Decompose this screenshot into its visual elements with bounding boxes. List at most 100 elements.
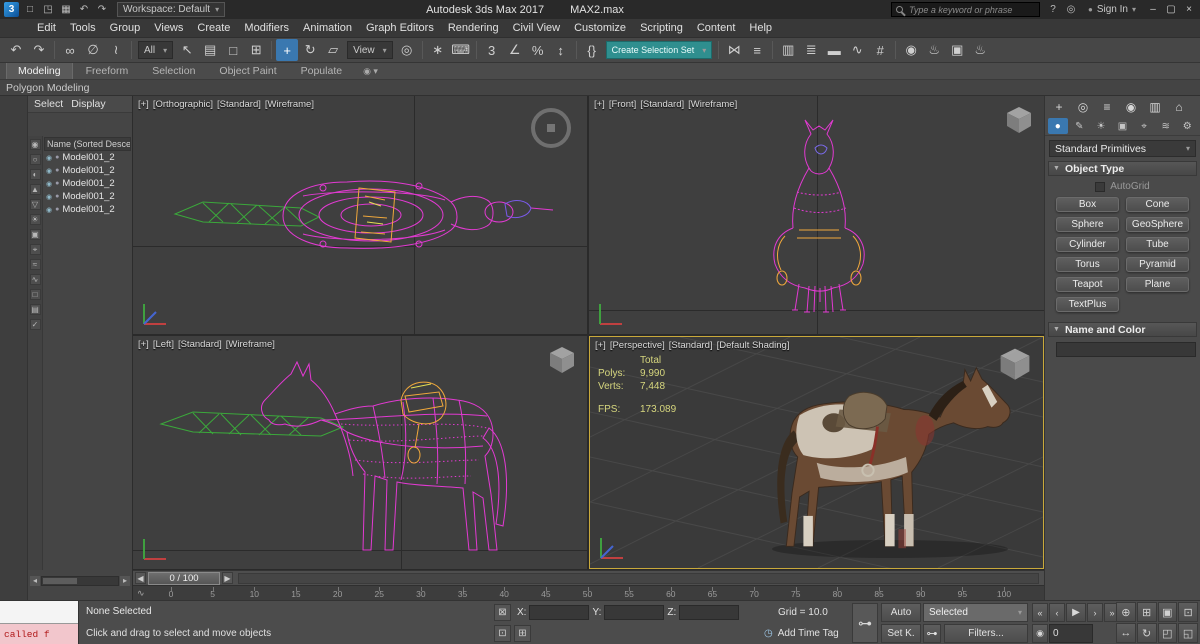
scene-object-row[interactable]: ◉ ● Model001_2: [44, 164, 132, 177]
isolate-selection-icon[interactable]: ⊡: [494, 625, 511, 642]
menu-civil-view[interactable]: Civil View: [506, 19, 567, 37]
viewport-menu-shading[interactable]: [Wireframe]: [265, 99, 314, 110]
viewport-menu-style[interactable]: [Standard]: [178, 339, 222, 350]
viewport-menu-pov[interactable]: [Left]: [153, 339, 174, 350]
viewport-menu-style[interactable]: [Standard]: [217, 99, 261, 110]
menu-customize[interactable]: Customize: [567, 19, 633, 37]
se-display-spacewarps-icon[interactable]: ≈: [29, 259, 41, 270]
object-type-teapot[interactable]: Teapot: [1056, 277, 1119, 292]
lights-icon[interactable]: ☀: [1091, 118, 1111, 134]
horse-model-wireframe-side[interactable]: [133, 336, 587, 569]
x-coordinate-field[interactable]: [529, 605, 590, 620]
menu-create[interactable]: Create: [190, 19, 237, 37]
time-slider[interactable]: ◀ 0 / 100 ▶: [133, 570, 1044, 585]
menu-graph-editors[interactable]: Graph Editors: [359, 19, 441, 37]
scene-explorer-hscrollbar[interactable]: ◂ ▸: [30, 575, 130, 587]
viewport-perspective[interactable]: [+] [Perspective] [Standard] [Default Sh…: [589, 336, 1044, 569]
zoom-extents-all-icon[interactable]: ⊡: [1178, 602, 1198, 622]
viewport-menu-pov[interactable]: [Front]: [609, 99, 636, 110]
toggle-scene-explorer-icon[interactable]: ▥: [777, 39, 799, 61]
zoom-icon[interactable]: ⊕: [1116, 602, 1136, 622]
maximize-icon[interactable]: ▢: [1163, 2, 1179, 17]
scene-explorer-display-menu[interactable]: Display: [71, 98, 105, 110]
select-and-move-icon[interactable]: +: [276, 39, 299, 61]
viewport-menu-plus[interactable]: [+]: [594, 99, 605, 110]
search-input[interactable]: [907, 4, 1035, 15]
open-file-icon[interactable]: ◳: [40, 2, 56, 17]
object-type-geosphere[interactable]: GeoSphere: [1126, 217, 1189, 232]
scene-explorer-column-header[interactable]: Name (Sorted Descend: [44, 137, 131, 151]
viewcube-icon[interactable]: [1004, 104, 1034, 134]
visibility-icon[interactable]: ◉: [46, 167, 52, 175]
category-dropdown[interactable]: Standard Primitives ▾: [1049, 140, 1196, 157]
menu-views[interactable]: Views: [147, 19, 190, 37]
minimize-icon[interactable]: –: [1145, 2, 1161, 17]
play-icon[interactable]: ▶: [1066, 603, 1086, 622]
mini-curve-editor-icon[interactable]: ∿: [137, 588, 145, 599]
se-display-helpers-icon[interactable]: ⌖: [29, 244, 41, 255]
ribbon-tab-modeling[interactable]: Modeling: [6, 62, 73, 79]
zoom-region-icon[interactable]: ◰: [1157, 623, 1178, 643]
object-type-plane[interactable]: Plane: [1126, 277, 1189, 292]
workspace-dropdown[interactable]: Workspace: Default ▾: [117, 2, 226, 17]
material-editor-icon[interactable]: ◉: [900, 39, 922, 61]
geometry-icon[interactable]: ●: [1048, 118, 1068, 134]
visibility-icon[interactable]: ◉: [46, 193, 52, 201]
sign-in-button[interactable]: ● Sign In ▾: [1084, 4, 1140, 15]
menu-rendering[interactable]: Rendering: [441, 19, 506, 37]
scroll-left-icon[interactable]: ◂: [30, 576, 40, 586]
key-filter-key-icon[interactable]: ⊶: [923, 624, 941, 643]
ribbon-config-icon[interactable]: ◉ ▾: [363, 66, 378, 79]
se-display-containers-icon[interactable]: □: [29, 289, 41, 300]
se-pick-icon[interactable]: ✓: [29, 319, 41, 330]
select-and-scale-icon[interactable]: ▱: [322, 39, 344, 61]
se-display-geometry-icon[interactable]: ▲: [29, 184, 41, 195]
listener-script-pane[interactable]: called f: [0, 623, 78, 644]
create-tab-icon[interactable]: +: [1048, 98, 1070, 115]
y-coordinate-field[interactable]: [604, 605, 665, 620]
app-logo-icon[interactable]: 3: [4, 2, 19, 17]
menu-modifiers[interactable]: Modifiers: [237, 19, 296, 37]
render-setup-icon[interactable]: ♨: [923, 39, 945, 61]
window-crossing-icon[interactable]: ⊞: [245, 39, 267, 61]
select-and-manipulate-icon[interactable]: ∗: [427, 39, 449, 61]
select-object-icon[interactable]: ↖: [176, 39, 198, 61]
close-icon[interactable]: ×: [1181, 2, 1197, 17]
spinner-snap-icon[interactable]: ↕: [550, 39, 572, 61]
object-type-cone[interactable]: Cone: [1126, 197, 1189, 212]
scene-explorer-select-menu[interactable]: Select: [34, 98, 63, 110]
undo-quick-icon[interactable]: ↶: [76, 2, 92, 17]
scene-object-row[interactable]: ◉ ● Model001_2: [44, 203, 132, 216]
shapes-icon[interactable]: ✎: [1070, 118, 1090, 134]
visibility-icon[interactable]: ◉: [46, 206, 52, 214]
frame-ruler[interactable]: 0 5 10 15 20 25 30 35 40 45 50 55 60 65 70 75 80 85 90 95 10…: [169, 586, 1011, 600]
cameras-icon[interactable]: ▣: [1113, 118, 1133, 134]
visibility-icon[interactable]: ◉: [46, 180, 52, 188]
se-display-bones-icon[interactable]: ∿: [29, 274, 41, 285]
time-slider-track[interactable]: [238, 572, 1039, 584]
orbit-icon[interactable]: ↻: [1136, 623, 1157, 643]
next-frame-icon[interactable]: ›: [1087, 603, 1103, 622]
viewport-menu-shading[interactable]: [Wireframe]: [688, 99, 737, 110]
utilities-tab-icon[interactable]: ⌂: [1168, 98, 1190, 115]
se-display-cameras-icon[interactable]: ▣: [29, 229, 41, 240]
motion-tab-icon[interactable]: ◉: [1120, 98, 1142, 115]
undo-icon[interactable]: ↶: [5, 39, 27, 61]
viewport-menu-style[interactable]: [Standard]: [640, 99, 684, 110]
previous-frame-arrow-icon[interactable]: ◀: [135, 572, 146, 584]
next-frame-arrow-icon[interactable]: ▶: [222, 572, 233, 584]
horse-model-wireframe-top[interactable]: [133, 96, 587, 334]
viewport-orthographic[interactable]: [+] [Orthographic] [Standard] [Wireframe…: [133, 96, 587, 334]
se-display-all-icon[interactable]: ◉: [29, 139, 41, 150]
save-file-icon[interactable]: ▦: [58, 2, 74, 17]
track-bar[interactable]: ∿ 0 5 10 15 20 25 30 35 40 45 50 55 60 65 70 75 80 85 90 95…: [133, 585, 1044, 600]
maxscript-mini-listener[interactable]: called f: [0, 601, 79, 644]
redo-quick-icon[interactable]: ↷: [94, 2, 110, 17]
menu-group[interactable]: Group: [103, 19, 148, 37]
ribbon-tab-freeform[interactable]: Freeform: [75, 63, 140, 79]
hierarchy-tab-icon[interactable]: ≡: [1096, 98, 1118, 115]
se-display-lights-icon[interactable]: ☀: [29, 214, 41, 225]
notifications-icon[interactable]: ◎: [1063, 2, 1079, 17]
toggle-ribbon-icon[interactable]: ▬: [823, 39, 845, 61]
se-display-inverted-icon[interactable]: ◐: [29, 169, 41, 180]
